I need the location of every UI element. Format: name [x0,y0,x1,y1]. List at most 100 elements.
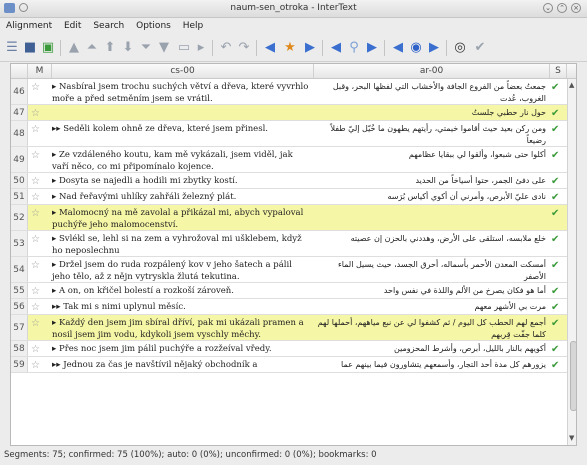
merge-up-icon[interactable]: ⏶ [84,40,100,56]
split-arrow-icon[interactable]: ▸ [193,40,209,56]
confirmed-check-icon[interactable]: ✔ [551,108,559,119]
cs-cell[interactable]: ▸ Nasbíral jsem trochu suchých větví a d… [52,81,311,105]
bookmark-star-icon[interactable]: ☆ [31,150,40,161]
move-down-icon[interactable]: ▼ [156,40,172,56]
next-mark-icon[interactable]: ▶ [426,40,442,56]
confirmed-check-icon[interactable]: ✔ [551,260,559,271]
menu-options[interactable]: Options [136,18,171,34]
next-unconfirmed-icon[interactable]: ▶ [364,40,380,56]
bookmark-star-icon[interactable]: ☆ [31,318,40,329]
ar-cell[interactable]: خلع ملابسه، استلقى على الأرض، وهددني بال… [316,233,546,245]
next-bookmark-icon[interactable]: ▶ [302,40,318,56]
confirmed-check-icon[interactable]: ✔ [551,302,559,313]
bookmark-star-icon[interactable]: ☆ [31,192,40,203]
prev-bookmark-icon[interactable]: ◀ [262,40,278,56]
confirmed-check-icon[interactable]: ✔ [551,318,559,329]
close-icon[interactable]: × [571,3,581,13]
confirmed-check-icon[interactable]: ✔ [551,344,559,355]
cs-cell[interactable]: ▸ Přes noc jsem jim pálil puchýře a rozž… [52,343,311,355]
bookmark-star-icon[interactable]: ☆ [31,344,40,355]
cs-cell[interactable]: ▸ Nad řeřavými uhlíky zahřáli železný pl… [52,191,311,203]
ar-cell[interactable]: حول نار حطبي جلستُ [316,107,546,119]
help-icon[interactable]: ◉ [408,40,424,56]
minimize-icon[interactable]: ⌄ [543,3,553,13]
bookmark-star-icon[interactable]: ☆ [31,360,40,371]
table-row[interactable]: 53 ☆ ▸ Svlékl se, lehl si na zem a vyhro… [11,231,567,257]
menu-edit[interactable]: Edit [64,18,81,34]
menu-help[interactable]: Help [183,18,204,34]
table-row[interactable]: 57 ☆ ▸ Každý den jsem jim sbíral dříví, … [11,315,567,341]
ar-cell[interactable]: ومن ركن بعيد حيث أقاموا خيمتي، رأيتهم يط… [316,123,546,147]
table-row[interactable]: 55 ☆ ▸ A on, on křičel bolestí a rozkoší… [11,283,567,299]
confirmed-check-icon[interactable]: ✔ [551,234,559,245]
column-header-s[interactable]: S [550,64,567,78]
shift-down-icon[interactable]: ⬇ [120,40,136,56]
column-header-cs[interactable]: cs-00 [52,64,314,78]
move-up-icon[interactable]: ▲ [66,40,82,56]
table-row[interactable]: 59 ☆ ▸▸ Jednou za čas je navštívil nějak… [11,357,567,373]
list-icon[interactable]: ☰ [4,40,20,56]
ar-cell[interactable]: يزورهم كل مدة أحد التجار، وأسمعهم يتشاور… [316,359,546,371]
table-row[interactable]: 54 ☆ ▸ Držel jsem do ruda rozpálený kov … [11,257,567,283]
table-row[interactable]: 56 ☆ ▸▸ Tak mi s nimi uplynul měsíc. مرت… [11,299,567,315]
confirmed-check-icon[interactable]: ✔ [551,286,559,297]
scroll-up-icon[interactable]: ▲ [569,81,574,89]
column-header-ar[interactable]: ar-00 [314,64,550,78]
table-row[interactable]: 48 ☆ ▸▸ Seděli kolem ohně ze dřeva, kter… [11,121,567,147]
table-row[interactable]: 50 ☆ ▸ Dosyta se najedli a hodili mi zby… [11,173,567,189]
confirmed-check-icon[interactable]: ✔ [551,192,559,203]
redo-icon[interactable]: ↷ [236,40,252,56]
ar-cell[interactable]: أجمع لهم الحطب كل اليوم / ثم كشفوا لي عن… [316,317,546,341]
cs-cell[interactable]: ▸ Malomocný na mě zavolal a přikázal mi,… [52,207,311,231]
bookmark-star-icon[interactable]: ☆ [31,234,40,245]
prev-mark-icon[interactable]: ◀ [390,40,406,56]
confirmed-check-icon[interactable]: ✔ [551,176,559,187]
table-row[interactable]: 49 ☆ ▸ Ze vzdáleného koutu, kam mě vykáz… [11,147,567,173]
ar-cell[interactable]: أما هو فكان يصرخ من الألم واللذة في نفس … [316,285,546,297]
ar-cell[interactable]: أمسكت المعدن الأحمر بأسماله، أحرق الجسد،… [316,259,546,283]
cs-cell[interactable]: ▸ Ze vzdáleného koutu, kam mě vykázali, … [52,149,311,173]
cs-cell[interactable]: ▸ Svlékl se, lehl si na zem a vyhrožoval… [52,233,311,257]
find-icon[interactable]: ◎ [452,40,468,56]
bookmark-star-icon[interactable]: ☆ [31,260,40,271]
bookmark-star-icon[interactable]: ☆ [31,208,40,219]
ar-cell[interactable]: على دفئ الجمر، حتوا أسياخاً من الحديد [316,175,546,187]
ar-cell[interactable]: أكويهم بالنار بالليل، أبرص، وأشرط المحزو… [316,343,546,355]
table-row[interactable]: 51 ☆ ▸ Nad řeřavými uhlíky zahřáli želez… [11,189,567,205]
table-row[interactable]: 46 ☆ ▸ Nasbíral jsem trochu suchých větv… [11,79,567,105]
column-header-m[interactable]: M [28,64,52,78]
maximize-icon[interactable]: ⌃ [557,3,567,13]
ar-cell[interactable]: نادى عليّ الأبرص، وأمرني أن أكوي أكياس ب… [316,191,546,203]
split-icon[interactable]: ▭ [176,40,192,56]
zoom-icon[interactable]: ⚲ [346,40,362,56]
table-row[interactable]: 47 ☆ حول نار حطبي جلستُ ✔ [11,105,567,121]
menu-search[interactable]: Search [93,18,124,34]
cs-cell[interactable]: ▸ Dosyta se najedli a hodili mi zbytky k… [52,175,311,187]
bookmark-star-icon[interactable]: ☆ [31,176,40,187]
vertical-scrollbar[interactable]: ▲ ▼ [567,79,576,445]
prev-unconfirmed-icon[interactable]: ◀ [328,40,344,56]
confirmed-check-icon[interactable]: ✔ [551,360,559,371]
confirmed-check-icon[interactable]: ✔ [551,150,559,161]
bookmark-star-icon[interactable]: ☆ [31,124,40,135]
scrollbar-thumb[interactable] [570,341,576,411]
ar-cell[interactable]: مرت بي الأشهر معهم [316,301,547,313]
cs-cell[interactable]: ▸ Každý den jsem jim sbíral dříví, pak m… [52,317,311,341]
confirmed-check-icon[interactable]: ✔ [551,208,559,219]
cs-cell[interactable]: ▸▸ Seděli kolem ohně ze dřeva, které jse… [52,123,311,135]
shift-up-icon[interactable]: ⬆ [102,40,118,56]
cs-cell[interactable]: ▸▸ Jednou za čas je navštívil nějaký obc… [52,359,311,371]
cs-cell[interactable]: ▸▸ Tak mi s nimi uplynul měsíc. [52,301,311,313]
table-row[interactable]: 52 ☆ ▸ Malomocný na mě zavolal a přikáza… [11,205,567,231]
cs-cell[interactable]: ▸ Držel jsem do ruda rozpálený kov v jeh… [52,259,311,283]
bookmark-star-icon[interactable]: ☆ [31,108,40,119]
confirm-icon[interactable]: ✔ [472,40,488,56]
bookmark-star-icon[interactable]: ☆ [31,82,40,93]
cs-cell[interactable]: ▸ A on, on křičel bolestí a rozkoší záro… [52,285,311,297]
bookmark-star-icon[interactable]: ☆ [31,302,40,313]
confirmed-check-icon[interactable]: ✔ [551,82,559,93]
table-row[interactable]: 58 ☆ ▸ Přes noc jsem jim pálil puchýře a… [11,341,567,357]
bookmark-star-icon[interactable]: ☆ [31,286,40,297]
undo-icon[interactable]: ↶ [218,40,234,56]
reload-icon[interactable]: ▣ [40,40,56,56]
